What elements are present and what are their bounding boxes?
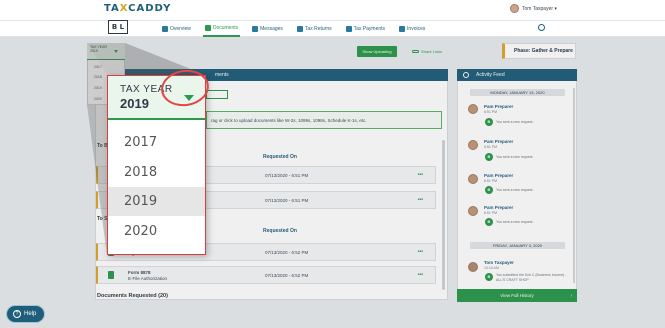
tax-year-option[interactable]: 2017 bbox=[108, 128, 205, 157]
help-label: Help bbox=[24, 311, 37, 317]
zoom-connector bbox=[87, 43, 206, 255]
tax-year-option-selected[interactable]: 2019 bbox=[108, 187, 205, 216]
tax-year-option[interactable]: 2018 bbox=[108, 158, 205, 187]
tax-year-value: 2019 bbox=[120, 96, 149, 111]
help-button[interactable]: ? Help bbox=[6, 305, 45, 323]
tax-year-option[interactable]: 2020 bbox=[108, 217, 205, 246]
question-icon: ? bbox=[13, 310, 21, 318]
